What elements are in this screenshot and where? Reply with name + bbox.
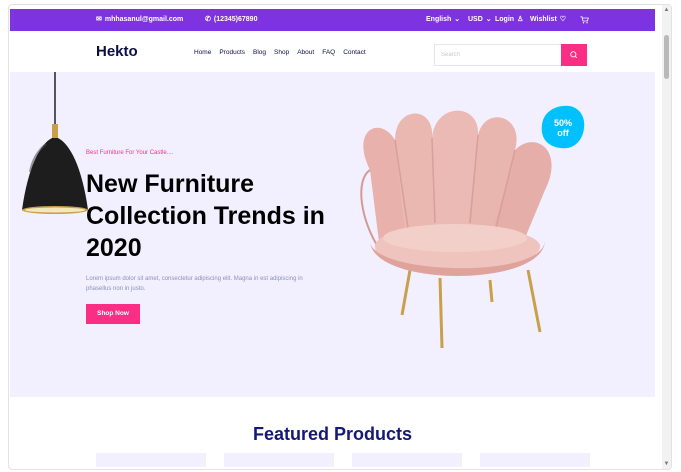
phone-contact[interactable]: ✆ (12345)67890 — [205, 16, 257, 23]
product-card[interactable] — [480, 453, 590, 467]
wishlist-link[interactable]: Wishlist ♡ — [530, 16, 566, 23]
badge-percent: 50% — [553, 118, 572, 128]
search-icon — [570, 51, 578, 59]
discount-badge-text: 50% off — [540, 118, 586, 138]
product-card[interactable] — [224, 453, 334, 467]
product-card[interactable] — [96, 453, 206, 467]
chevron-down-icon: ⌄ — [454, 16, 461, 23]
nav-item-faq[interactable]: FAQ — [322, 49, 335, 56]
shop-now-button[interactable]: Shop Now — [86, 304, 140, 324]
wishlist-label: Wishlist — [530, 16, 557, 23]
phone-text: (12345)67890 — [213, 16, 258, 23]
cart-icon — [580, 16, 589, 24]
nav-item-about[interactable]: About — [297, 49, 314, 56]
scroll-thumb[interactable] — [664, 35, 669, 79]
heart-icon: ♡ — [559, 16, 567, 23]
nav-item-products[interactable]: Products — [219, 49, 245, 56]
mail-icon: ✉ — [96, 16, 102, 23]
scrollbar[interactable]: ▲ ▼ — [662, 5, 671, 469]
site-header: Hekto Home Products Blog Shop About FAQ … — [10, 31, 655, 72]
nav-item-home[interactable]: Home — [194, 49, 211, 56]
user-icon: ♙ — [517, 16, 524, 23]
logo[interactable]: Hekto — [96, 43, 138, 60]
language-select[interactable]: English ⌄ — [426, 16, 460, 23]
product-card[interactable] — [352, 453, 462, 467]
login-link[interactable]: Login ♙ — [495, 16, 523, 23]
hero-description: Lorem ipsum dolor sit amet, consectetur … — [86, 276, 303, 292]
email-contact[interactable]: ✉ mhhasanul@gmail.com — [96, 16, 183, 23]
badge-off: off — [557, 128, 569, 138]
nav-item-blog[interactable]: Blog — [253, 49, 266, 56]
nav-item-contact[interactable]: Contact — [343, 49, 365, 56]
scroll-up-arrow-icon[interactable]: ▲ — [663, 6, 670, 14]
nav-item-shop[interactable]: Shop — [274, 49, 289, 56]
currency-select[interactable]: USD ⌄ — [468, 16, 492, 23]
language-label: English — [426, 16, 452, 23]
chevron-down-icon: ⌄ — [485, 16, 492, 23]
search-button[interactable] — [561, 44, 587, 66]
top-bar: ✉ mhhasanul@gmail.com ✆ (12345)67890 Eng… — [10, 9, 655, 31]
main-nav: Home Products Blog Shop About FAQ Contac… — [194, 49, 366, 56]
pink-armchair-image — [360, 110, 552, 349]
featured-products-title: Featured Products — [252, 424, 413, 444]
scroll-down-arrow-icon[interactable]: ▼ — [663, 460, 670, 468]
phone-icon: ✆ — [205, 16, 211, 23]
hero-subtitle: Best Furniture For Your Castle.... — [86, 150, 174, 156]
login-label: Login — [495, 16, 515, 23]
search-box — [434, 44, 562, 66]
hero-title: New Furniture Collection Trends in 2020 — [86, 170, 325, 262]
currency-label: USD — [468, 16, 483, 23]
email-text: mhhasanul@gmail.com — [104, 16, 184, 23]
pendant-lamp-image — [22, 72, 88, 214]
cart-button[interactable] — [580, 16, 589, 24]
search-input[interactable] — [435, 45, 562, 65]
